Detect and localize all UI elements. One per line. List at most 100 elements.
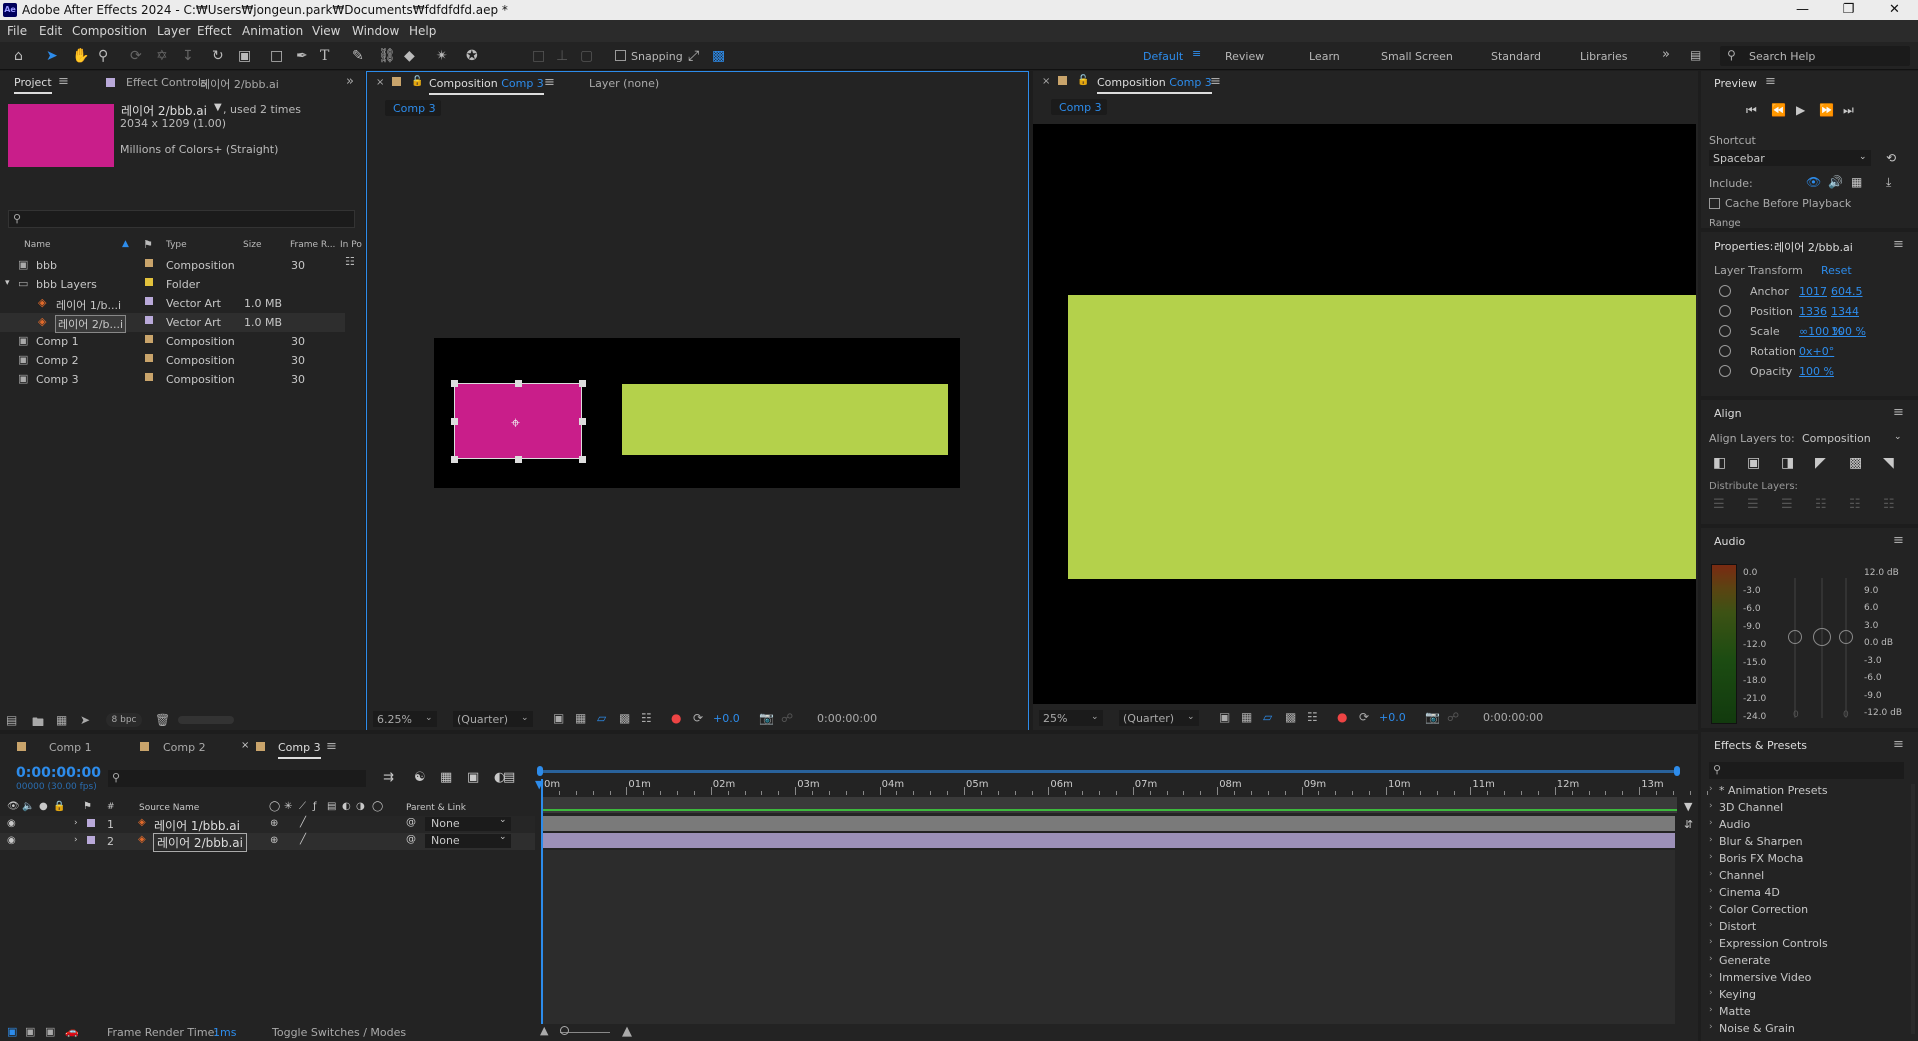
parent-pickwhip-icon[interactable]: @ [406, 834, 416, 845]
previous-frame-icon[interactable]: ⏪ [1771, 103, 1786, 117]
tab-effect-controls-layer[interactable]: 레이어 2/bbb.ai [200, 76, 279, 92]
roto-brush-icon[interactable]: ✴ [436, 48, 448, 64]
number-column-icon[interactable]: # [107, 802, 115, 812]
rotation-tool-icon[interactable]: ↻ [212, 48, 224, 64]
tab-composition[interactable]: Composition Comp 3 [429, 77, 544, 95]
effect-category[interactable]: › Noise & Grain [1709, 1022, 1909, 1038]
menu-animation[interactable]: Animation [242, 24, 303, 38]
tab-project[interactable]: Project [14, 76, 52, 94]
effect-switch-icon[interactable]: ƒ [313, 801, 317, 812]
tab-comp-1[interactable]: Comp 1 [49, 741, 92, 754]
property-value[interactable]: 100 % [1831, 325, 1866, 338]
collapse-toggle-icon[interactable]: ⊕ [270, 835, 278, 846]
quality-toggle-icon[interactable]: ╱ [300, 834, 306, 845]
home-icon[interactable]: ⌂ [14, 48, 23, 64]
col-type[interactable]: Type [166, 240, 187, 250]
transform-handle[interactable] [579, 456, 586, 463]
workspace-menu-icon[interactable]: ≡ [1192, 47, 1201, 60]
orbit-camera-icon[interactable]: ⟳ [130, 48, 142, 64]
fast-previews-icon[interactable]: ▣ [1219, 710, 1230, 724]
label-swatch[interactable] [145, 278, 153, 286]
graph-editor-icon[interactable]: ▤ [503, 770, 515, 785]
effect-category[interactable]: › 3D Channel [1709, 801, 1909, 817]
maximize-icon[interactable]: ❐ [1826, 0, 1871, 20]
item-dropdown-icon[interactable]: ▼ [214, 102, 222, 113]
shy-switch-icon[interactable]: ◯ [269, 801, 280, 812]
parent-dropdown[interactable]: None ⌄ [425, 815, 511, 831]
motion-blur-switch-icon[interactable]: ◐ [342, 801, 351, 812]
tab-layer[interactable]: Layer (none) [589, 77, 659, 90]
fast-previews-icon[interactable]: ▣ [553, 711, 564, 725]
mask-visibility-icon[interactable]: ▱ [1263, 710, 1272, 724]
align-vertical-center-icon[interactable]: ▩ [1849, 455, 1862, 471]
align-left-icon[interactable]: ◧ [1713, 455, 1726, 471]
transform-handle[interactable] [579, 380, 586, 387]
axis-view-icon[interactable]: ▢ [580, 48, 593, 64]
parent-pickwhip-icon[interactable]: @ [406, 817, 416, 828]
reset-exposure-icon[interactable]: ⟳ [1359, 710, 1369, 724]
align-menu-icon[interactable]: ≡ [1893, 405, 1904, 420]
list-item[interactable]: ◈ 레이어 1/b...i Vector Art 1.0 MB [0, 294, 345, 313]
properties-menu-icon[interactable]: ≡ [1893, 237, 1904, 252]
adjust-settings-icon[interactable]: ➤ [80, 713, 90, 727]
effect-category[interactable]: › Color Correction [1709, 903, 1909, 919]
table-row[interactable]: ◉ › 2 ◈ 레이어 2/bbb.ai ⊕ ╱ @ None ⌄ [0, 832, 535, 852]
zoom-in-icon[interactable]: ▲ [622, 1024, 632, 1039]
menu-help[interactable]: Help [409, 24, 436, 38]
transform-handle[interactable] [515, 380, 522, 387]
label-swatch[interactable] [145, 373, 153, 381]
mask-visibility-icon[interactable]: ▱ [597, 711, 606, 725]
solo-column-icon[interactable]: ● [39, 801, 48, 812]
effect-category[interactable]: › Audio [1709, 818, 1909, 834]
3d-switch-icon[interactable]: ◯ [372, 801, 383, 812]
zoom-out-icon[interactable]: ▲ [540, 1024, 548, 1037]
reset-exposure-icon[interactable]: ⟳ [693, 711, 703, 725]
grid-guides-icon[interactable]: ☷ [1307, 710, 1318, 724]
stopwatch-icon[interactable] [1719, 325, 1731, 337]
layer-lime-zoomed[interactable] [1068, 295, 1696, 579]
axis-local-icon[interactable]: □ [532, 48, 545, 64]
menu-layer[interactable]: Layer [157, 24, 190, 38]
timeline-search-input[interactable]: ⚲ [108, 770, 366, 787]
workspace-review[interactable]: Review [1225, 50, 1264, 63]
shy-layers-icon[interactable]: ▦ [440, 770, 452, 785]
cache-checkbox[interactable] [1709, 198, 1720, 209]
label-swatch[interactable] [145, 316, 153, 324]
in-out-icon[interactable]: ▣ [45, 1025, 55, 1038]
menu-file[interactable]: File [7, 24, 27, 38]
draft-3d-icon[interactable]: ☯ [414, 770, 426, 785]
timeline-empty-area[interactable] [543, 850, 1675, 1026]
table-row[interactable]: ◉ › 1 ◈ 레이어 1/bbb.ai ⊕ ╱ @ None ⌄ [0, 815, 535, 833]
transparency-grid-icon[interactable]: ▦ [1241, 710, 1252, 724]
effect-category[interactable]: › Boris FX Mocha [1709, 852, 1909, 868]
interpret-footage-icon[interactable]: ▤ [6, 713, 17, 727]
comp-canvas-right[interactable] [1033, 124, 1696, 704]
property-value[interactable]: 0x+0° [1799, 345, 1834, 358]
property-value[interactable]: 100 % [1799, 365, 1834, 378]
close-tab-icon[interactable]: × [376, 77, 384, 88]
distribute-hcenter-icon[interactable]: ☷ [1849, 497, 1861, 512]
transform-handle[interactable] [515, 456, 522, 463]
transform-handle[interactable] [579, 418, 586, 425]
shortcut-dropdown[interactable]: Spacebar ⌄ [1709, 150, 1871, 166]
transform-handle[interactable] [451, 456, 458, 463]
adjustment-switch-icon[interactable]: ◑ [356, 801, 365, 812]
snap-features-icon[interactable]: ▩ [712, 48, 725, 64]
distribute-left-icon[interactable]: ☷ [1815, 497, 1827, 512]
pan-camera-icon[interactable]: ✡ [156, 48, 168, 64]
label-swatch[interactable] [145, 354, 153, 362]
more-workspaces-icon[interactable]: » [1662, 47, 1670, 62]
snapshot-icon[interactable]: 📷 [1425, 710, 1440, 724]
include-overlays-icon[interactable]: ▦ [1851, 175, 1862, 189]
align-bottom-icon[interactable]: ◥ [1883, 455, 1894, 471]
reset-transform-button[interactable]: Reset [1821, 264, 1852, 277]
audio-column-icon[interactable]: 🔈 [22, 801, 34, 812]
align-right-icon[interactable]: ◨ [1781, 455, 1794, 471]
stopwatch-icon[interactable] [1719, 305, 1731, 317]
stopwatch-icon[interactable] [1719, 345, 1731, 357]
frame-blending-icon[interactable]: ▣ [467, 770, 479, 785]
comp-breadcrumb[interactable]: Comp 3 [385, 100, 441, 116]
layer-lime[interactable] [622, 384, 948, 455]
close-icon[interactable]: ✕ [1872, 0, 1917, 20]
puppet-pin-icon[interactable]: ✪ [466, 48, 478, 64]
